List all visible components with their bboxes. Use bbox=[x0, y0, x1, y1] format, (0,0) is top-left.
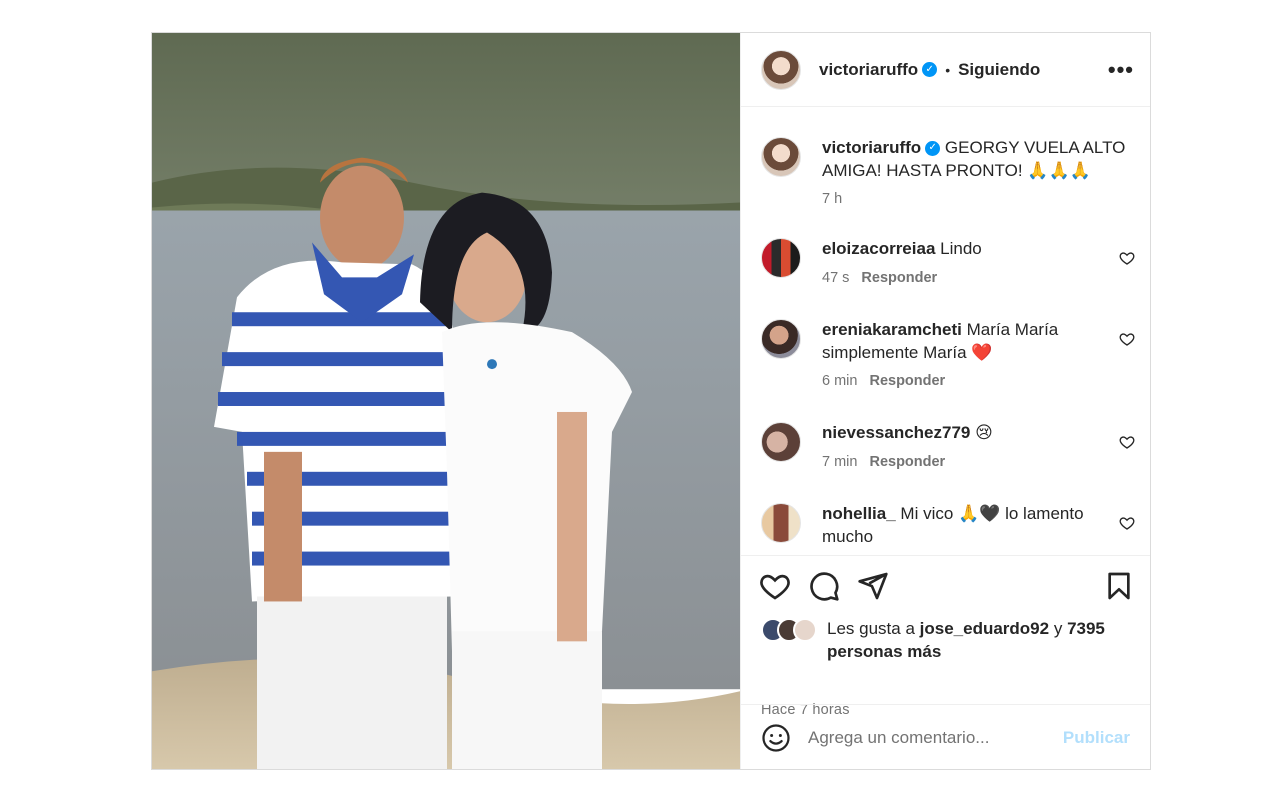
verified-badge-icon: ✓ bbox=[922, 62, 938, 77]
comment-username[interactable]: nohellia_ bbox=[822, 504, 896, 523]
heart-icon[interactable] bbox=[759, 570, 791, 602]
likers-avatars[interactable] bbox=[761, 618, 821, 642]
commenter-avatar[interactable] bbox=[761, 319, 801, 359]
comment-time[interactable]: 7 min bbox=[822, 454, 857, 470]
caption-avatar[interactable] bbox=[761, 137, 801, 177]
commenter-avatar[interactable] bbox=[761, 422, 801, 462]
caption-time[interactable]: 7 h bbox=[822, 191, 842, 207]
reply-button[interactable]: Responder bbox=[869, 373, 945, 389]
likes-connector: y bbox=[1053, 619, 1063, 638]
comment-username[interactable]: eloizacorreiaa bbox=[822, 239, 935, 258]
paper-plane-icon[interactable] bbox=[857, 570, 889, 602]
instagram-post-modal: victoriaruffo ✓ • Siguiendo ••• victoria… bbox=[151, 32, 1151, 770]
comment-icon[interactable] bbox=[808, 570, 840, 602]
post-actions: Les gusta a jose_eduardo92 y 7395 person… bbox=[741, 555, 1150, 718]
emoji-icon[interactable] bbox=[761, 723, 791, 753]
author-username[interactable]: victoriaruffo bbox=[819, 60, 918, 80]
more-options-icon[interactable]: ••• bbox=[1108, 58, 1134, 80]
likes-prefix: Les gusta a bbox=[827, 619, 915, 638]
comment-item: nohellia_ Mi vico 🙏🖤 lo lamento mucho bbox=[761, 503, 1135, 548]
comment-input[interactable] bbox=[808, 728, 1063, 748]
comments-list[interactable]: victoriaruffo ✓ GEORGY VUELA ALTO AMIGA! … bbox=[741, 108, 1150, 554]
likes-suffix[interactable]: personas más bbox=[827, 642, 941, 661]
commenter-avatar[interactable] bbox=[761, 503, 801, 543]
comment-time[interactable]: 47 s bbox=[822, 270, 849, 286]
post-side-panel: victoriaruffo ✓ • Siguiendo ••• victoria… bbox=[740, 33, 1150, 769]
comment-like-heart-icon[interactable] bbox=[1119, 250, 1135, 266]
comment-like-heart-icon[interactable] bbox=[1119, 515, 1135, 531]
post-header: victoriaruffo ✓ • Siguiendo ••• bbox=[741, 33, 1150, 107]
reply-button[interactable]: Responder bbox=[869, 454, 945, 470]
bookmark-icon[interactable] bbox=[1103, 570, 1135, 602]
comment-text: Lindo bbox=[940, 239, 982, 258]
comment-text: 😢 bbox=[975, 423, 993, 442]
beach-photo-image bbox=[152, 33, 740, 769]
caption-username[interactable]: victoriaruffo bbox=[822, 138, 921, 157]
comment-composer: Publicar bbox=[741, 704, 1150, 769]
following-button[interactable]: Siguiendo bbox=[958, 60, 1040, 80]
liker-username[interactable]: jose_eduardo92 bbox=[920, 619, 1049, 638]
comment-like-heart-icon[interactable] bbox=[1119, 331, 1135, 347]
caption: victoriaruffo ✓ GEORGY VUELA ALTO AMIGA! … bbox=[761, 137, 1135, 207]
comment-time[interactable]: 6 min bbox=[822, 373, 857, 389]
comment-username[interactable]: ereniakaramcheti bbox=[822, 320, 962, 339]
comment-username[interactable]: nievessanchez779 bbox=[822, 423, 970, 442]
likes-count[interactable]: 7395 bbox=[1067, 619, 1105, 638]
comment-like-heart-icon[interactable] bbox=[1119, 434, 1135, 450]
verified-badge-icon: ✓ bbox=[925, 141, 941, 157]
likes-summary: Les gusta a jose_eduardo92 y 7395 person… bbox=[761, 618, 1135, 663]
comment-item: nievessanchez779 😢 7 min Responder bbox=[761, 422, 1135, 470]
author-avatar[interactable] bbox=[761, 49, 801, 90]
commenter-avatar[interactable] bbox=[761, 238, 801, 278]
comment-item: eloizacorreiaa Lindo 47 s Responder bbox=[761, 238, 1135, 286]
comment-item: ereniakaramcheti María María simplemente… bbox=[761, 319, 1135, 389]
publish-button[interactable]: Publicar bbox=[1063, 728, 1130, 748]
reply-button[interactable]: Responder bbox=[861, 270, 937, 286]
separator-dot: • bbox=[945, 61, 951, 78]
post-photo[interactable] bbox=[152, 33, 740, 769]
